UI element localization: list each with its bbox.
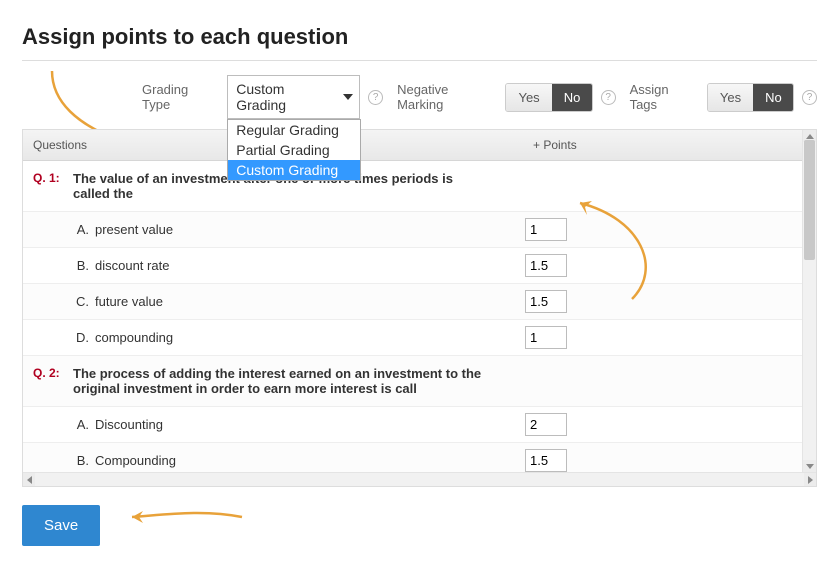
answer-row: B. discount rate <box>23 248 802 284</box>
answer-letter: A. <box>23 212 95 247</box>
assign-tags-yes-button[interactable]: Yes <box>708 84 753 111</box>
chevron-down-icon <box>343 94 353 100</box>
answer-row: B. Compounding <box>23 443 802 472</box>
assign-tags-no-button[interactable]: No <box>753 84 794 111</box>
question-text: The process of adding the interest earne… <box>73 356 503 406</box>
answer-text: compounding <box>95 320 495 355</box>
question-row: Q. 1: The value of an investment after o… <box>23 161 802 212</box>
save-button[interactable]: Save <box>22 505 100 546</box>
points-input[interactable] <box>525 290 567 313</box>
grading-type-select-wrap: Custom Grading Regular Grading Partial G… <box>227 75 360 119</box>
answer-letter: C. <box>23 284 95 319</box>
answer-text: Discounting <box>95 407 495 442</box>
grading-type-dropdown: Regular Grading Partial Grading Custom G… <box>227 119 361 181</box>
answer-text: present value <box>95 212 495 247</box>
question-panel: Questions + Points Q. 1: The value of an… <box>22 129 817 487</box>
question-number: Q. 2: <box>23 356 73 390</box>
negative-marking-yes-button[interactable]: Yes <box>506 84 551 111</box>
negative-marking-toggle: Yes No <box>505 83 592 112</box>
answer-text: discount rate <box>95 248 495 283</box>
header-points: + Points <box>503 130 802 160</box>
negative-marking-label: Negative Marking <box>397 82 497 112</box>
answer-letter: D. <box>23 320 95 355</box>
help-icon[interactable]: ? <box>802 90 817 105</box>
grading-type-value: Custom Grading <box>236 81 286 113</box>
scroll-left-icon[interactable] <box>23 473 35 486</box>
answer-text: future value <box>95 284 495 319</box>
assign-tags-label: Assign Tags <box>630 82 699 112</box>
points-input[interactable] <box>525 449 567 472</box>
grading-type-option-partial[interactable]: Partial Grading <box>228 140 360 160</box>
grading-type-option-regular[interactable]: Regular Grading <box>228 120 360 140</box>
points-input[interactable] <box>525 413 567 436</box>
question-row: Q. 2: The process of adding the interest… <box>23 356 802 407</box>
scrollbar-thumb[interactable] <box>804 140 815 260</box>
horizontal-scrollbar[interactable] <box>23 472 816 486</box>
points-input[interactable] <box>525 254 567 277</box>
scroll-down-icon[interactable] <box>803 460 816 472</box>
answer-letter: B. <box>23 443 95 472</box>
help-icon[interactable]: ? <box>368 90 383 105</box>
question-number: Q. 1: <box>23 161 73 195</box>
assign-tags-toggle: Yes No <box>707 83 794 112</box>
vertical-scrollbar[interactable] <box>802 130 816 472</box>
answer-text: Compounding <box>95 443 495 472</box>
grading-type-label: Grading Type <box>142 82 219 112</box>
answer-row: D. compounding <box>23 320 802 356</box>
annotation-arrow-icon <box>122 501 252 541</box>
page-title: Assign points to each question <box>22 24 817 50</box>
answer-letter: B. <box>23 248 95 283</box>
answer-letter: A. <box>23 407 95 442</box>
grading-type-select[interactable]: Custom Grading <box>227 75 360 119</box>
negative-marking-no-button[interactable]: No <box>552 84 593 111</box>
divider <box>22 60 817 61</box>
answer-row: A. Discounting <box>23 407 802 443</box>
toolbar: Grading Type Custom Grading Regular Grad… <box>22 71 817 129</box>
points-input[interactable] <box>525 326 567 349</box>
points-input[interactable] <box>525 218 567 241</box>
content-area: Questions + Points Q. 1: The value of an… <box>23 130 802 472</box>
help-icon[interactable]: ? <box>601 90 616 105</box>
scroll-right-icon[interactable] <box>804 473 816 486</box>
grading-type-option-custom[interactable]: Custom Grading <box>228 160 360 180</box>
answer-row: C. future value <box>23 284 802 320</box>
table-header: Questions + Points <box>23 130 802 161</box>
answer-row: A. present value <box>23 212 802 248</box>
